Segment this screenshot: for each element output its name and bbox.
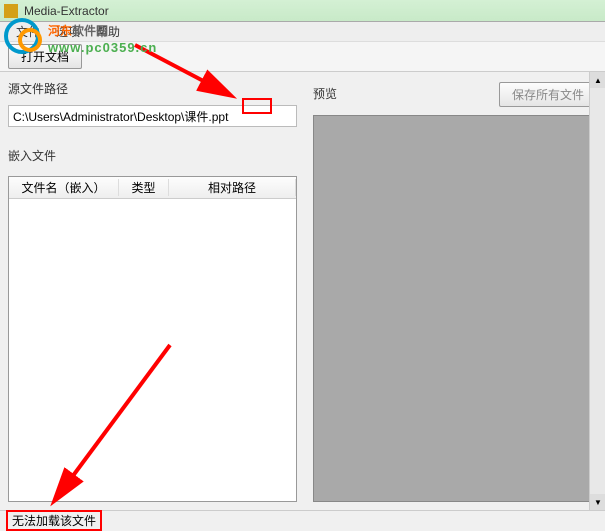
preview-label: 预览 [313, 85, 337, 102]
right-panel: 预览 保存所有文件 [305, 72, 605, 510]
source-path-label: 源文件路径 [8, 80, 297, 97]
main-area: 源文件路径 嵌入文件 文件名（嵌入） 类型 相对路径 预览 保存所有文件 [0, 72, 605, 510]
open-file-button[interactable]: 打开文档 [8, 44, 82, 69]
menu-options[interactable]: 选项 [48, 23, 88, 40]
column-relpath[interactable]: 相对路径 [169, 179, 296, 196]
scroll-up-icon[interactable]: ▲ [590, 72, 605, 88]
menu-bar: 文件 选项 帮助 [0, 22, 605, 42]
menu-file[interactable]: 文件 [8, 23, 48, 40]
toolbar: 打开文档 [0, 42, 605, 72]
source-path-input[interactable] [8, 105, 297, 127]
menu-help[interactable]: 帮助 [88, 23, 128, 40]
window-title: Media-Extractor [24, 4, 109, 18]
save-all-button: 保存所有文件 [499, 82, 597, 107]
column-type[interactable]: 类型 [119, 179, 169, 196]
preview-area [313, 115, 597, 502]
vertical-scrollbar[interactable]: ▲ ▼ [589, 72, 605, 510]
title-bar: Media-Extractor [0, 0, 605, 22]
embedded-files-table[interactable]: 文件名（嵌入） 类型 相对路径 [8, 176, 297, 502]
status-text: 无法加载该文件 [6, 510, 102, 531]
status-bar: 无法加载该文件 [0, 510, 605, 530]
left-panel: 源文件路径 嵌入文件 文件名（嵌入） 类型 相对路径 [0, 72, 305, 510]
app-icon [4, 4, 18, 18]
column-filename[interactable]: 文件名（嵌入） [9, 179, 119, 196]
embedded-files-label: 嵌入文件 [8, 147, 297, 164]
table-header: 文件名（嵌入） 类型 相对路径 [9, 177, 296, 199]
scroll-down-icon[interactable]: ▼ [590, 494, 605, 510]
